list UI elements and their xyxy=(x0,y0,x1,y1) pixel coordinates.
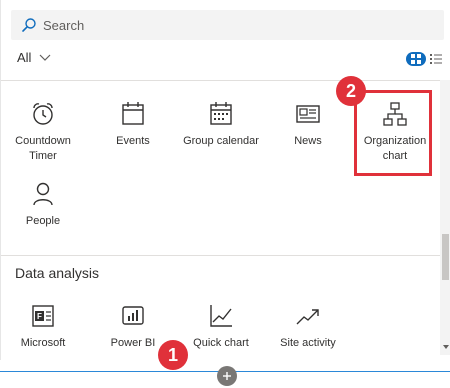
tile-events[interactable]: Events xyxy=(93,100,173,149)
step-badge-2: 2 xyxy=(336,76,366,106)
chevron-down-icon xyxy=(40,54,51,61)
tile-countdown-timer[interactable]: Countdown Timer xyxy=(3,100,83,164)
tile-microsoft-forms[interactable]: F Microsoft xyxy=(3,302,83,351)
search-input[interactable]: Search xyxy=(11,10,444,40)
person-icon xyxy=(33,182,53,206)
category-filter-dropdown[interactable]: All xyxy=(17,50,51,65)
highlight-organization-chart xyxy=(354,90,432,176)
tile-label: People xyxy=(25,215,61,227)
tile-people[interactable]: People xyxy=(3,180,83,229)
line-chart-icon xyxy=(210,305,232,327)
grid-icon xyxy=(411,54,421,64)
grid-view-button[interactable] xyxy=(406,52,426,66)
news-icon xyxy=(296,105,320,123)
microsoft-forms-icon: F xyxy=(32,305,54,327)
tile-label: Events xyxy=(116,135,150,147)
scroll-down-arrow-icon[interactable] xyxy=(443,345,449,349)
scrollbar-thumb[interactable] xyxy=(442,234,449,280)
search-placeholder: Search xyxy=(43,17,85,33)
tile-label: Countdown Timer xyxy=(15,135,71,162)
svg-text:F: F xyxy=(37,312,42,321)
tile-power-bi[interactable]: Power BI xyxy=(93,302,173,351)
alarm-clock-icon xyxy=(33,103,53,125)
scrollbar[interactable] xyxy=(440,80,450,355)
tile-label: Power BI xyxy=(110,337,156,349)
tile-label: Microsoft xyxy=(20,337,66,349)
section-divider xyxy=(1,255,441,256)
group-calendar-icon xyxy=(210,102,232,125)
add-web-part-button[interactable] xyxy=(217,366,237,386)
tile-quick-chart[interactable]: Quick chart xyxy=(181,302,261,351)
list-view-icon[interactable] xyxy=(430,53,442,65)
tile-label: News xyxy=(294,135,322,147)
step-badge-1: 1 xyxy=(158,340,188,370)
tile-label: Site activity xyxy=(280,337,336,349)
section-title-data-analysis: Data analysis xyxy=(15,265,100,281)
tile-site-activity[interactable]: Site activity xyxy=(268,302,348,351)
web-part-toolbox: Search All Countdown Timer Events Group … xyxy=(0,0,450,372)
power-bi-icon xyxy=(122,306,144,325)
trend-icon xyxy=(296,309,319,325)
tile-label: Quick chart xyxy=(193,337,249,349)
plus-icon xyxy=(223,372,231,380)
divider xyxy=(1,80,441,81)
calendar-icon xyxy=(122,102,144,125)
tile-group-calendar[interactable]: Group calendar xyxy=(181,100,261,149)
search-icon xyxy=(22,18,36,32)
view-toggle xyxy=(406,52,442,66)
tile-label: Group calendar xyxy=(183,135,259,147)
tile-news[interactable]: News xyxy=(268,100,348,149)
filter-label: All xyxy=(17,50,32,65)
